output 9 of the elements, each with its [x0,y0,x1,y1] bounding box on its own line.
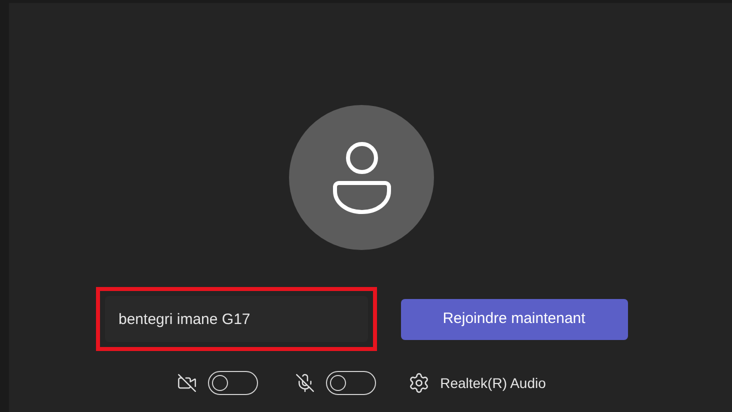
camera-off-icon [177,373,198,393]
person-icon [332,140,390,214]
microphone-off-icon [295,373,316,393]
name-input-field[interactable]: bentegri imane G17 [104,296,368,342]
join-button[interactable]: Rejoindre maintenant [400,298,628,340]
camera-toggle[interactable] [208,371,258,395]
audio-device-label[interactable]: Realtek(R) Audio [440,372,546,394]
microphone-toggle[interactable] [326,371,376,395]
settings-icon[interactable] [408,372,430,394]
